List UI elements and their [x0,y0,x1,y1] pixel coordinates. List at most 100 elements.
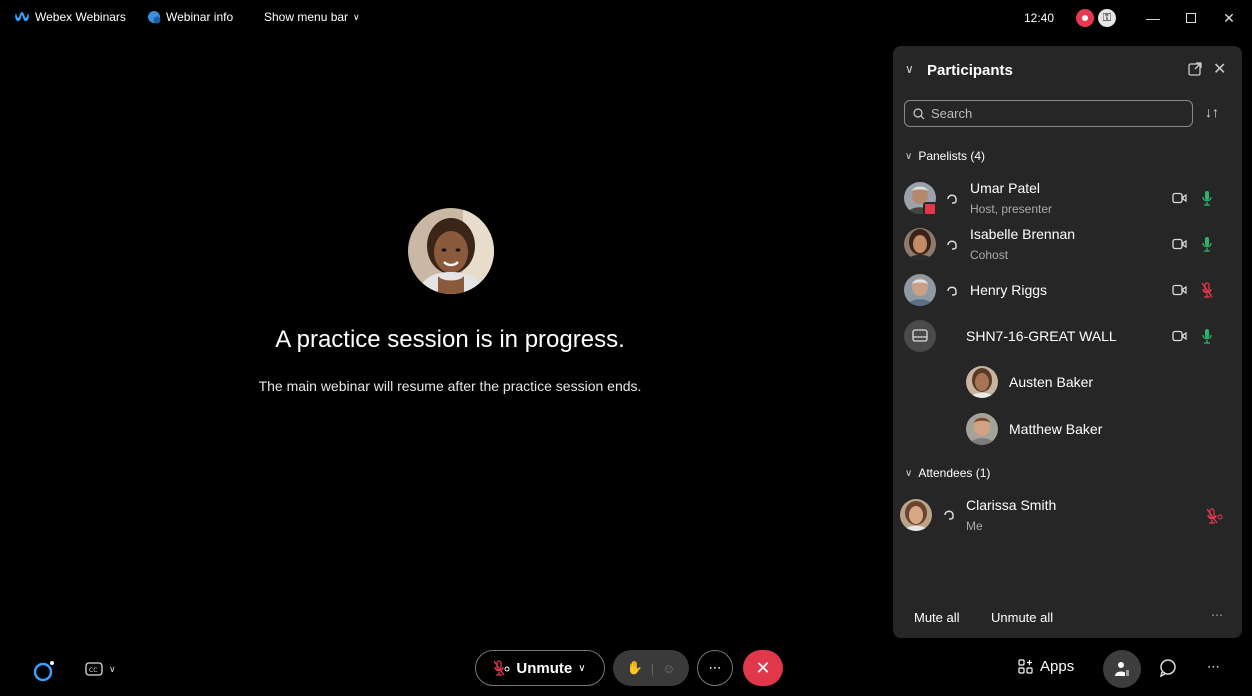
minimize-button[interactable]: — [1143,8,1163,28]
chevron-down-icon: ∨ [905,467,913,479]
participant-role: Host, presenter [970,202,1053,216]
participant-name: Umar Patel [970,180,1041,196]
unmute-label: Unmute [516,659,573,677]
headset-icon [944,510,954,520]
avatar [904,274,936,306]
close-panel-icon[interactable]: ✕ [1213,59,1226,79]
microphone-icon[interactable] [1201,236,1213,252]
avatar-icon [904,228,936,260]
participants-footer: Mute all Unmute all ⋯ [893,606,1242,630]
participant-name: Henry Riggs [970,282,1048,298]
chat-icon[interactable] [1158,658,1178,678]
search-field[interactable] [904,100,1193,127]
app-menu[interactable]: Webex Webinars [14,10,126,24]
participant-name: SHN7-16-GREAT WALL [966,328,1117,344]
reactions-icon[interactable]: ☺ [662,661,675,676]
webex-assistant-icon[interactable] [33,660,55,682]
more-options-icon[interactable]: ⋯ [1207,659,1220,675]
app-name: Webex Webinars [35,10,126,24]
participant-name: Matthew Baker [1009,421,1103,437]
mute-all-button[interactable]: Mute all [914,610,960,625]
chevron-down-icon: ∨ [109,663,116,674]
attendees-section-header[interactable]: ∨ Attendees (1) [905,466,990,480]
muted-microphone-icon[interactable] [1207,508,1223,524]
attendees-header-label: Attendees (1) [918,466,991,480]
maximize-button[interactable] [1181,8,1201,28]
clock: 12:40 [1024,11,1055,25]
avatar-icon [904,274,936,306]
presenter-badge-icon [923,202,937,216]
apps-icon [1018,658,1033,674]
unmute-button[interactable]: Unmute ∨ [475,650,605,686]
muted-microphone-icon[interactable] [1201,282,1213,298]
webex-logo-icon [15,12,29,22]
participant-name: Isabelle Brennan [970,226,1076,242]
participant-role: Cohost [970,248,1009,262]
more-options-icon[interactable]: ⋯ [1211,608,1223,622]
participant-name: Clarissa Smith [966,497,1057,513]
participant-row[interactable]: Clarissa Smith Me [893,492,1242,536]
search-input[interactable] [931,106,1181,121]
key-icon[interactable]: ⚿ [1098,9,1116,27]
collapse-chevron-icon[interactable]: ∨ [905,62,914,76]
microphone-icon[interactable] [1201,190,1213,206]
sort-icon[interactable]: ↓↑ [1205,104,1219,120]
participant-role: Me [966,519,983,533]
recording-icon[interactable] [1076,9,1094,27]
participants-header: ∨ Participants ✕ [893,46,1242,94]
muted-microphone-icon [494,660,510,676]
participant-name: Austen Baker [1009,374,1094,390]
panelists-header-label: Panelists (4) [918,149,986,163]
chevron-down-icon: ∨ [578,662,586,674]
device-member-row[interactable]: Austen Baker [893,360,1242,404]
camera-icon[interactable] [1172,238,1188,250]
presenter-avatar [408,208,494,294]
participants-icon [1115,662,1129,676]
chevron-down-icon: ∨ [905,150,913,162]
raise-hand-icon[interactable]: ✋ [627,660,643,676]
divider: | [650,660,655,676]
closed-captions-button[interactable]: CC ∨ [85,662,116,676]
headset-icon [947,286,957,296]
avatar [904,228,936,260]
microphone-icon[interactable] [1201,328,1213,344]
unmute-all-button[interactable]: Unmute all [991,610,1053,625]
participant-row[interactable]: SHN7-16-GREAT WALL [893,314,1242,358]
camera-icon[interactable] [1172,192,1188,204]
more-options-button[interactable]: ⋯ [697,650,733,686]
avatar [900,499,932,531]
closed-captions-icon: CC [85,662,103,676]
avatar [966,366,998,398]
avatar [904,320,936,352]
webinar-info-label: Webinar info [166,10,234,24]
maximize-icon [1186,13,1196,23]
close-window-button[interactable]: ✕ [1219,8,1239,28]
bottom-control-bar: CC ∨ Unmute ∨ ✋ | ☺ ⋯ ✕ Apps ⋯ [0,644,1252,696]
practice-session-subtitle: The main webinar will resume after the p… [258,378,642,394]
device-member-row[interactable]: Matthew Baker [893,407,1242,451]
webinar-info-icon [148,11,161,24]
apps-button[interactable]: Apps [1018,658,1074,675]
apps-label: Apps [1040,658,1075,675]
practice-session-title: A practice session is in progress. [275,326,625,353]
avatar [966,413,998,445]
camera-icon[interactable] [1172,330,1188,342]
avatar-icon [900,499,932,531]
svg-text:CC: CC [89,667,97,674]
participants-panel: ∨ Participants ✕ ↓↑ ∨ Panelists (4) [893,46,1242,638]
camera-icon[interactable] [1172,284,1188,296]
avatar-icon [966,366,998,398]
webinar-info-button[interactable]: Webinar info [147,10,233,24]
reactions-group: ✋ | ☺ [613,650,689,686]
participant-row[interactable]: Isabelle Brennan Cohost [893,222,1242,266]
show-menu-bar-button[interactable]: Show menu bar ∨ [264,10,360,24]
search-icon [913,107,925,119]
panelists-section-header[interactable]: ∨ Panelists (4) [905,149,985,163]
person-avatar-icon [408,208,494,294]
leave-button[interactable]: ✕ [743,650,783,686]
participant-row[interactable]: Henry Riggs [893,268,1242,312]
participants-button[interactable] [1103,650,1141,688]
participant-row[interactable]: Umar Patel Host, presenter [893,176,1242,220]
popout-icon[interactable] [1187,61,1203,77]
chevron-down-icon: ∨ [353,11,360,22]
